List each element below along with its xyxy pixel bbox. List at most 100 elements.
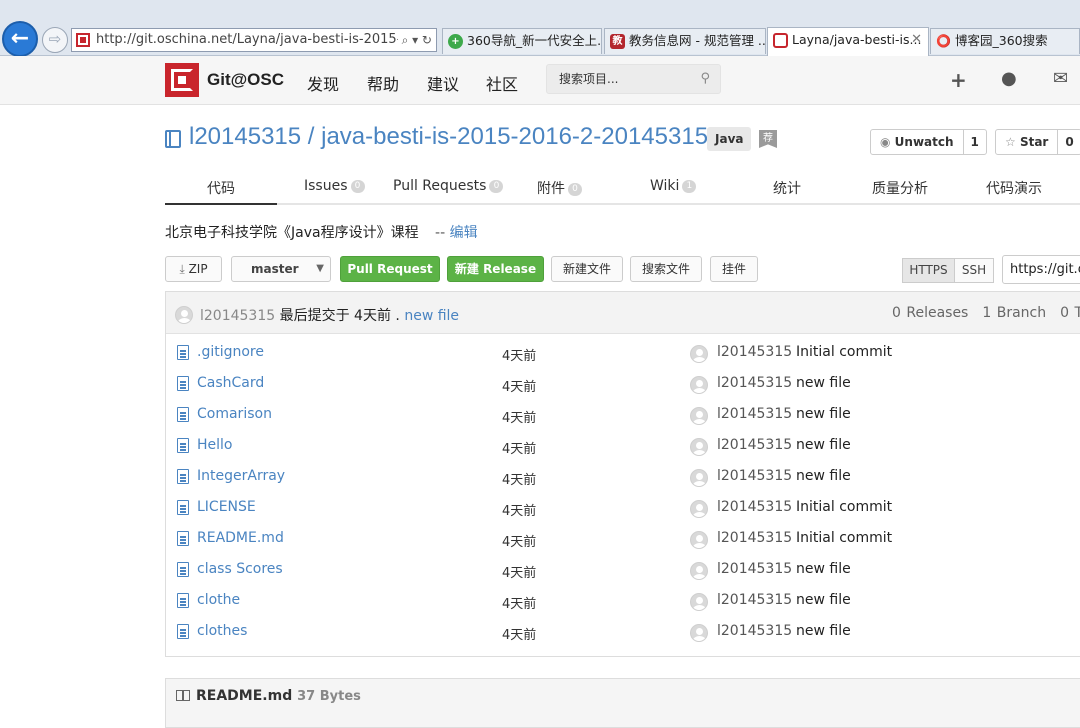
edit-description-link[interactable]: 编辑 (450, 225, 478, 241)
file-age: 4天前 (502, 597, 537, 612)
file-commit-message[interactable]: Initial commit (796, 344, 892, 360)
file-row[interactable]: IntegerArray 4天前 l20145315 new file (166, 464, 1080, 495)
project-search-input[interactable]: 搜索项目... ⚲ (546, 64, 721, 94)
tab-pull-requests[interactable]: Pull Requests 0 (393, 178, 504, 194)
file-name[interactable]: Comarison (197, 406, 272, 422)
file-row[interactable]: Comarison 4天前 l20145315 new file (166, 402, 1080, 433)
commit-author[interactable]: l20145315 (200, 308, 275, 324)
file-commit-message[interactable]: new file (796, 468, 851, 484)
language-badge[interactable]: Java (707, 127, 752, 151)
file-name[interactable]: README.md (197, 530, 284, 546)
tags-count[interactable]: 0 Tags (1060, 305, 1080, 321)
file-icon (177, 500, 189, 515)
file-commit-message[interactable]: new file (796, 375, 851, 391)
nav-suggest[interactable]: 建议 (427, 71, 459, 95)
tab-code[interactable]: 代码 (207, 178, 235, 198)
file-name[interactable]: .gitignore (197, 344, 264, 360)
file-row[interactable]: class Scores 4天前 l20145315 new file (166, 557, 1080, 588)
tab-label: 附件 (537, 181, 565, 197)
file-row[interactable]: clothe 4天前 l20145315 new file (166, 588, 1080, 619)
file-commit-message[interactable]: new file (796, 592, 851, 608)
commit-link[interactable]: new file (404, 308, 459, 324)
watch-button[interactable]: ◉ Unwatch 1 (870, 129, 987, 155)
branch-count[interactable]: 1 Branch (982, 305, 1046, 321)
nav-community[interactable]: 社区 (486, 71, 518, 95)
logo-text[interactable]: Git@OSC (207, 70, 284, 90)
file-name[interactable]: IntegerArray (197, 468, 285, 484)
new-release-button[interactable]: 新建 Release (447, 256, 544, 282)
file-row[interactable]: LICENSE 4天前 l20145315 Initial commit (166, 495, 1080, 526)
tab-quality[interactable]: 质量分析 (872, 178, 928, 198)
plus-icon[interactable]: + (950, 68, 967, 92)
widget-button[interactable]: 挂件 (710, 256, 758, 282)
eye-icon: ◉ (880, 135, 895, 149)
file-row[interactable]: README.md 4天前 l20145315 Initial commit (166, 526, 1080, 557)
https-toggle[interactable]: HTTPS (902, 258, 955, 283)
tab-demo[interactable]: 代码演示 (986, 178, 1042, 198)
mail-icon[interactable]: ✉ (1053, 68, 1068, 89)
file-commit-message[interactable]: new file (796, 623, 851, 639)
file-name[interactable]: LICENSE (197, 499, 256, 515)
file-commit-message[interactable]: new file (796, 437, 851, 453)
branch-select[interactable]: master ▼ (231, 256, 331, 282)
browser-tab-git[interactable]: Layna/java-besti-is... ✕ (767, 27, 929, 57)
back-arrow-icon[interactable]: ← (2, 21, 38, 57)
file-name[interactable]: clothe (197, 592, 240, 608)
nav-help[interactable]: 帮助 (367, 71, 399, 95)
file-commit-message[interactable]: Initial commit (796, 530, 892, 546)
browser-tab-label: 教务信息网 - 规范管理 ... (629, 33, 766, 48)
releases-count[interactable]: 0 Releases (892, 305, 968, 321)
file-icon (177, 531, 189, 546)
nav-discover[interactable]: 发现 (307, 71, 339, 95)
avatar (690, 562, 708, 580)
git-osc-logo-icon[interactable] (165, 63, 199, 97)
repo-title[interactable]: l20145315 / java-besti-is-2015-2016-2-20… (189, 123, 708, 151)
file-commit-message[interactable]: Initial commit (796, 499, 892, 515)
file-row[interactable]: clothes 4天前 l20145315 new file (166, 619, 1080, 650)
file-age: 4天前 (502, 442, 537, 457)
download-zip-button[interactable]: ⤓ ZIP (165, 256, 222, 282)
clone-url-input[interactable]: https://git.osc (1002, 255, 1080, 284)
user-icon[interactable]: ● (1001, 68, 1017, 89)
avatar (690, 624, 708, 642)
search-icon[interactable]: ⚲ (700, 65, 710, 93)
file-row[interactable]: .gitignore 4天前 l20145315 Initial commit (166, 340, 1080, 371)
file-author: l20145315 (717, 344, 793, 360)
file-commit-message[interactable]: new file (796, 406, 851, 422)
file-list: l20145315 最后提交于 4天前 . new file 0 Release… (165, 291, 1080, 657)
file-name[interactable]: Hello (197, 437, 233, 453)
address-bar[interactable]: http://git.oschina.net/Layna/java-besti-… (71, 28, 437, 52)
repo-stats: 0 Releases 1 Branch 0 Tags (892, 305, 1080, 321)
watch-count[interactable]: 1 (964, 130, 986, 154)
file-commit-message[interactable]: new file (796, 561, 851, 577)
address-tools[interactable]: ⌕ ▾ ↻ (397, 29, 432, 51)
file-icon (177, 562, 189, 577)
active-tab-indicator (165, 203, 277, 205)
star-button[interactable]: ☆ Star 0 (995, 129, 1080, 155)
browser-tab-360[interactable]: + 360导航_新一代安全上... (442, 28, 602, 54)
file-age: 4天前 (502, 473, 537, 488)
file-name[interactable]: class Scores (197, 561, 283, 577)
new-file-button[interactable]: 新建文件 (551, 256, 623, 282)
file-name[interactable]: CashCard (197, 375, 264, 391)
tab-wiki[interactable]: Wiki 1 (650, 178, 697, 194)
tab-attachments[interactable]: 附件 0 (537, 178, 582, 198)
browser-tab-cnblogs[interactable]: ⭕ 博客园_360搜索 (930, 28, 1080, 54)
file-icon (177, 593, 189, 608)
recommend-badge: 荐 (759, 130, 777, 148)
file-row[interactable]: CashCard 4天前 l20145315 new file (166, 371, 1080, 402)
file-name[interactable]: clothes (197, 623, 247, 639)
commit-text: 最后提交于 4天前 . (279, 308, 400, 324)
ssh-toggle[interactable]: SSH (954, 258, 994, 283)
file-row[interactable]: Hello 4天前 l20145315 new file (166, 433, 1080, 464)
tab-issues[interactable]: Issues 0 (304, 178, 365, 194)
file-icon (177, 345, 189, 360)
forward-arrow-icon[interactable]: ⇨ (42, 27, 68, 53)
browser-tab-jiaowu[interactable]: 教 教务信息网 - 规范管理 ... (604, 28, 766, 54)
search-file-button[interactable]: 搜索文件 (630, 256, 702, 282)
tab-stats[interactable]: 统计 (773, 178, 801, 198)
close-tab-icon[interactable]: ✕ (911, 28, 922, 52)
site-favicon-icon (76, 33, 90, 47)
pull-request-button[interactable]: Pull Request (340, 256, 440, 282)
star-count[interactable]: 0 (1058, 130, 1080, 154)
